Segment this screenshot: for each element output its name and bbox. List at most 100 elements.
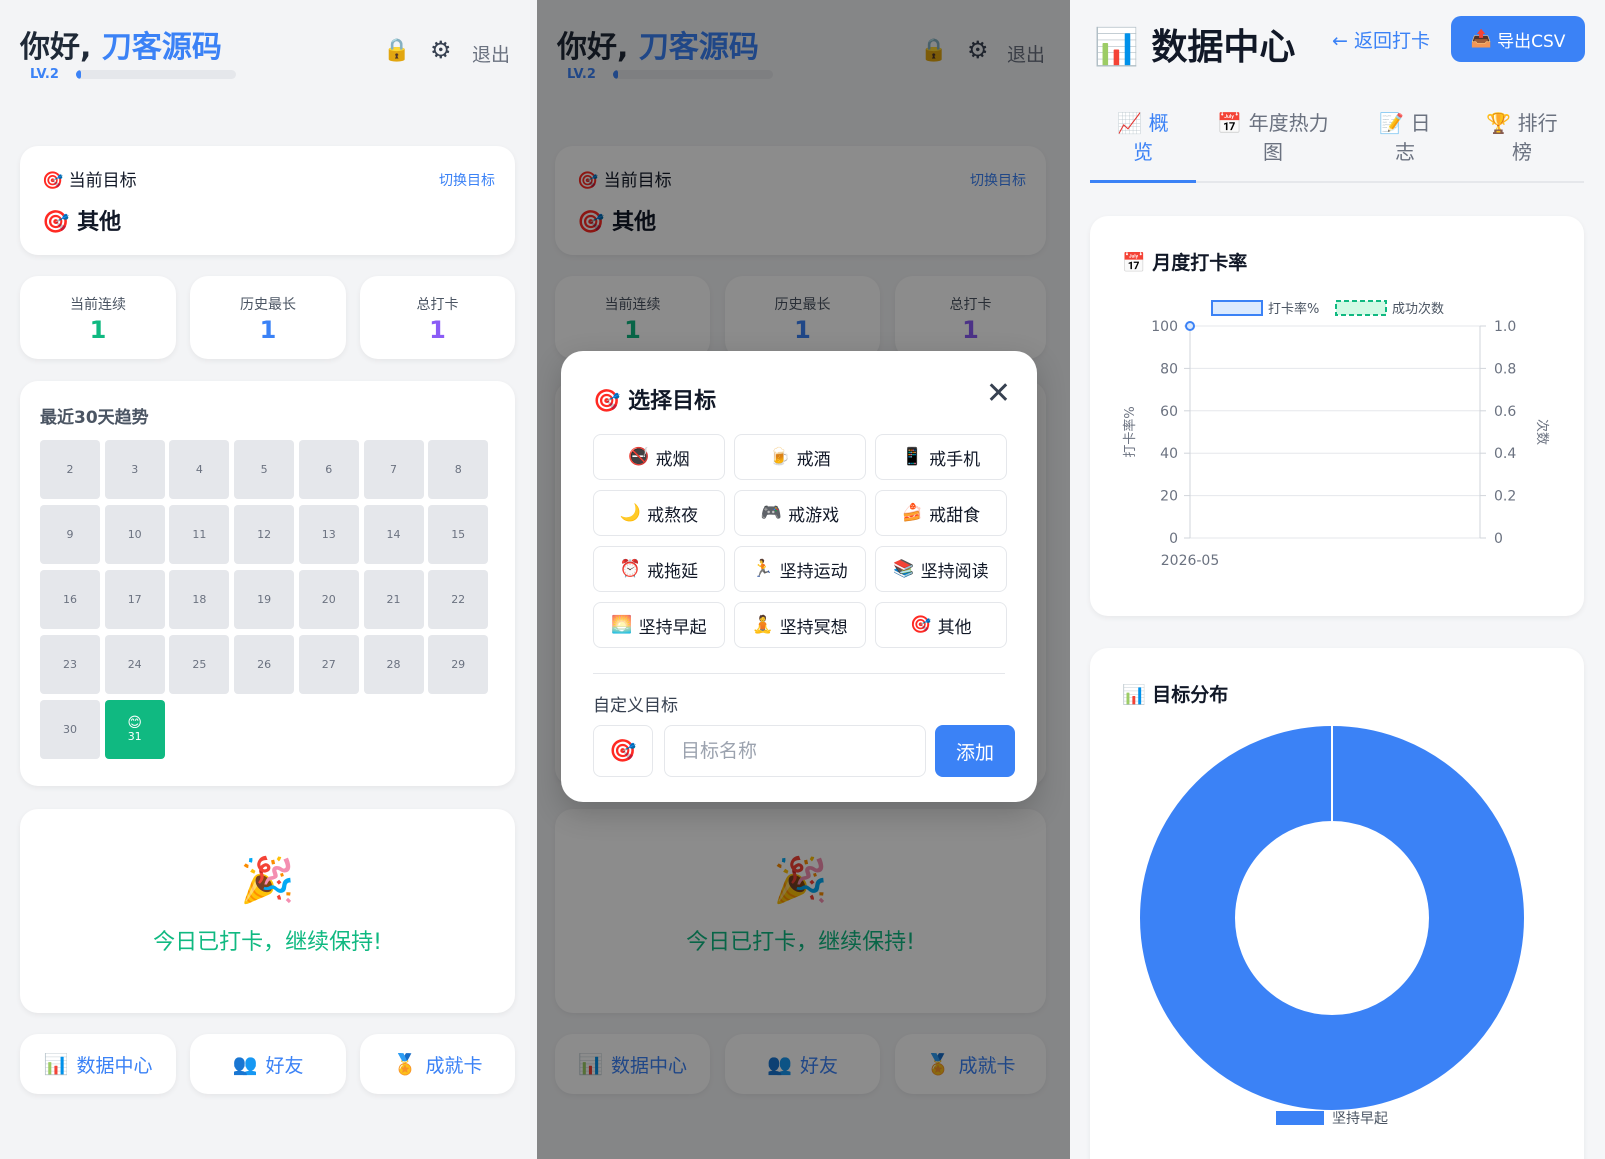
tab-annual-heatmap[interactable]: 📅 年度热力图 bbox=[1198, 109, 1348, 167]
y2-tick-label: 0.6 bbox=[1494, 404, 1516, 420]
goal-option[interactable]: 📱 戒手机 bbox=[875, 434, 1007, 480]
calendar-day-number: 23 bbox=[63, 658, 77, 671]
calendar-day[interactable]: 10 bbox=[104, 505, 165, 564]
stat-longest-streak: 历史最长 1 bbox=[190, 276, 346, 359]
calendar-day[interactable]: 24 bbox=[104, 635, 165, 694]
calendar-day[interactable]: 11 bbox=[169, 505, 230, 564]
checkin-status-card: 🎉 今日已打卡，继续保持! bbox=[20, 809, 515, 1013]
logout-button[interactable]: 退出 bbox=[472, 40, 510, 67]
achievements-button[interactable]: 🏅 成就卡 bbox=[360, 1034, 515, 1094]
calendar-day[interactable]: 27 bbox=[298, 635, 359, 694]
calendar-day[interactable]: 2 bbox=[40, 440, 100, 499]
goal-option[interactable]: 🌅 坚持早起 bbox=[593, 602, 725, 648]
custom-emoji-picker[interactable]: 🎯 bbox=[593, 725, 653, 777]
calendar-day[interactable]: 19 bbox=[234, 570, 295, 629]
add-goal-button[interactable]: 添加 bbox=[935, 725, 1015, 777]
y2-tick-label: 0.2 bbox=[1494, 489, 1516, 505]
calendar-day-checked[interactable]: 😊 31 bbox=[104, 700, 165, 759]
goal-option[interactable]: 🍺 戒酒 bbox=[734, 434, 866, 480]
calendar-day[interactable]: 16 bbox=[40, 570, 100, 629]
y-tick-label: 0 bbox=[1169, 531, 1178, 547]
sunrise-icon: 🌅 bbox=[611, 615, 633, 635]
stat-value: 1 bbox=[429, 316, 446, 344]
goal-option[interactable]: 🎮 戒游戏 bbox=[734, 490, 866, 536]
monthly-rate-chart: 打卡率% 成功次数 0 20 40 60 80 100 0 0.2 0.4 0.6 0.8 1.0 打卡率%… bbox=[1122, 300, 1550, 569]
export-csv-button[interactable]: 📤 导出CSV bbox=[1451, 16, 1585, 62]
calendar-day[interactable]: 6 bbox=[298, 440, 359, 499]
gear-icon[interactable]: ⚙ bbox=[430, 38, 452, 62]
trophy-icon: 🏆 bbox=[1486, 111, 1512, 135]
calendar-day[interactable]: 5 bbox=[234, 440, 295, 499]
target-icon: 🎯 bbox=[42, 210, 70, 235]
calendar-day[interactable]: 12 bbox=[234, 505, 295, 564]
legend-swatch-success bbox=[1335, 300, 1387, 316]
back-to-checkin-link[interactable]: ← 返回打卡 bbox=[1332, 26, 1430, 53]
calendar-day-number: 7 bbox=[390, 463, 397, 476]
current-goal-label: 🎯 当前目标 bbox=[42, 171, 137, 191]
alarm-clock-icon: ⏰ bbox=[619, 559, 642, 579]
calendar-day-number: 6 bbox=[325, 463, 333, 476]
calendar-day[interactable]: 18 bbox=[169, 570, 230, 629]
goal-option[interactable]: 🍰 戒甜食 bbox=[875, 490, 1007, 536]
goal-distribution-title: 📊 目标分布 bbox=[1122, 684, 1229, 706]
bar-chart-icon: 📊 bbox=[43, 1052, 69, 1076]
calendar-day[interactable]: 9 bbox=[40, 505, 100, 564]
calendar-day[interactable]: 29 bbox=[428, 635, 489, 694]
legend-swatch-rate bbox=[1211, 300, 1263, 316]
y-tick-label: 20 bbox=[1160, 489, 1178, 505]
tab-log[interactable]: 📝 日志 bbox=[1350, 109, 1460, 167]
people-icon: 👥 bbox=[232, 1052, 258, 1076]
memo-icon: 📝 bbox=[1379, 111, 1405, 135]
calendar-day[interactable]: 25 bbox=[169, 635, 230, 694]
beer-icon: 🍺 bbox=[769, 447, 791, 467]
tab-leaderboard[interactable]: 🏆 排行榜 bbox=[1462, 109, 1582, 167]
calendar-day[interactable]: 3 bbox=[104, 440, 165, 499]
calendar-day[interactable]: 30 bbox=[40, 700, 100, 759]
goal-option[interactable]: 📚 坚持阅读 bbox=[875, 546, 1007, 592]
monthly-rate-card: 📅 月度打卡率 打卡率% 成功次数 0 20 40 60 80 100 0 0.2 0.4 0.6 0.… bbox=[1090, 216, 1584, 616]
calendar-day-number: 17 bbox=[127, 593, 142, 606]
goal-option[interactable]: 🏃 坚持运动 bbox=[734, 546, 866, 592]
calendar-day[interactable]: 14 bbox=[363, 505, 424, 564]
calendar-day[interactable]: 21 bbox=[363, 570, 424, 629]
calendar-day[interactable]: 4 bbox=[169, 440, 230, 499]
calendar-day[interactable]: 13 bbox=[298, 505, 359, 564]
divider bbox=[593, 673, 1005, 674]
calendar-day-number: 3 bbox=[131, 463, 139, 476]
goal-option[interactable]: 🚭 戒烟 bbox=[593, 434, 725, 480]
close-icon[interactable]: ✕ bbox=[986, 379, 1011, 409]
phone-icon: 📱 bbox=[901, 447, 924, 467]
data-center-button[interactable]: 📊 数据中心 bbox=[20, 1034, 176, 1094]
goal-option[interactable]: ⏰ 戒拖延 bbox=[593, 546, 725, 592]
friends-button[interactable]: 👥 好友 bbox=[190, 1034, 346, 1094]
calendar-day[interactable]: 8 bbox=[428, 440, 489, 499]
calendar-day[interactable]: 26 bbox=[234, 635, 295, 694]
outbox-icon: 📤 bbox=[1470, 29, 1492, 49]
goal-option-label: 戒甜食 bbox=[929, 505, 981, 526]
goal-option[interactable]: 🌙 戒熬夜 bbox=[593, 490, 725, 536]
y2-tick-label: 0.4 bbox=[1494, 446, 1516, 462]
calendar-day[interactable]: 20 bbox=[298, 570, 359, 629]
runner-icon: 🏃 bbox=[752, 559, 774, 579]
calendar-day[interactable]: 7 bbox=[363, 440, 424, 499]
calendar-day-number: 11 bbox=[192, 528, 207, 541]
lock-icon[interactable]: 🔒 bbox=[383, 40, 410, 62]
tab-overview[interactable]: 📈 概览 bbox=[1090, 109, 1196, 167]
custom-goal-input[interactable] bbox=[664, 725, 926, 777]
data-point[interactable] bbox=[1185, 321, 1195, 331]
calendar-day-number: 12 bbox=[257, 528, 272, 541]
calendar-day[interactable]: 23 bbox=[40, 635, 100, 694]
goal-option-label: 戒熬夜 bbox=[647, 505, 699, 526]
goal-option[interactable]: 🧘 坚持冥想 bbox=[734, 602, 866, 648]
trend-card: 最近30天趋势 2 3 4 5 6 7 8 9 10 11 12 13 14 15 16 17 18 19 20 21… bbox=[20, 381, 515, 786]
goal-option[interactable]: 🎯 其他 bbox=[875, 602, 1007, 648]
calendar-day[interactable]: 22 bbox=[428, 570, 489, 629]
calendar-day-number: 14 bbox=[386, 528, 401, 541]
calendar-day[interactable]: 17 bbox=[104, 570, 165, 629]
calendar-day[interactable]: 28 bbox=[363, 635, 424, 694]
switch-goal-link[interactable]: 切换目标 bbox=[439, 170, 495, 190]
calendar-day-number: 22 bbox=[451, 593, 466, 606]
stat-current-streak: 当前连续 1 bbox=[20, 276, 176, 359]
calendar-icon: 📅 bbox=[1217, 111, 1243, 135]
calendar-day[interactable]: 15 bbox=[428, 505, 489, 564]
